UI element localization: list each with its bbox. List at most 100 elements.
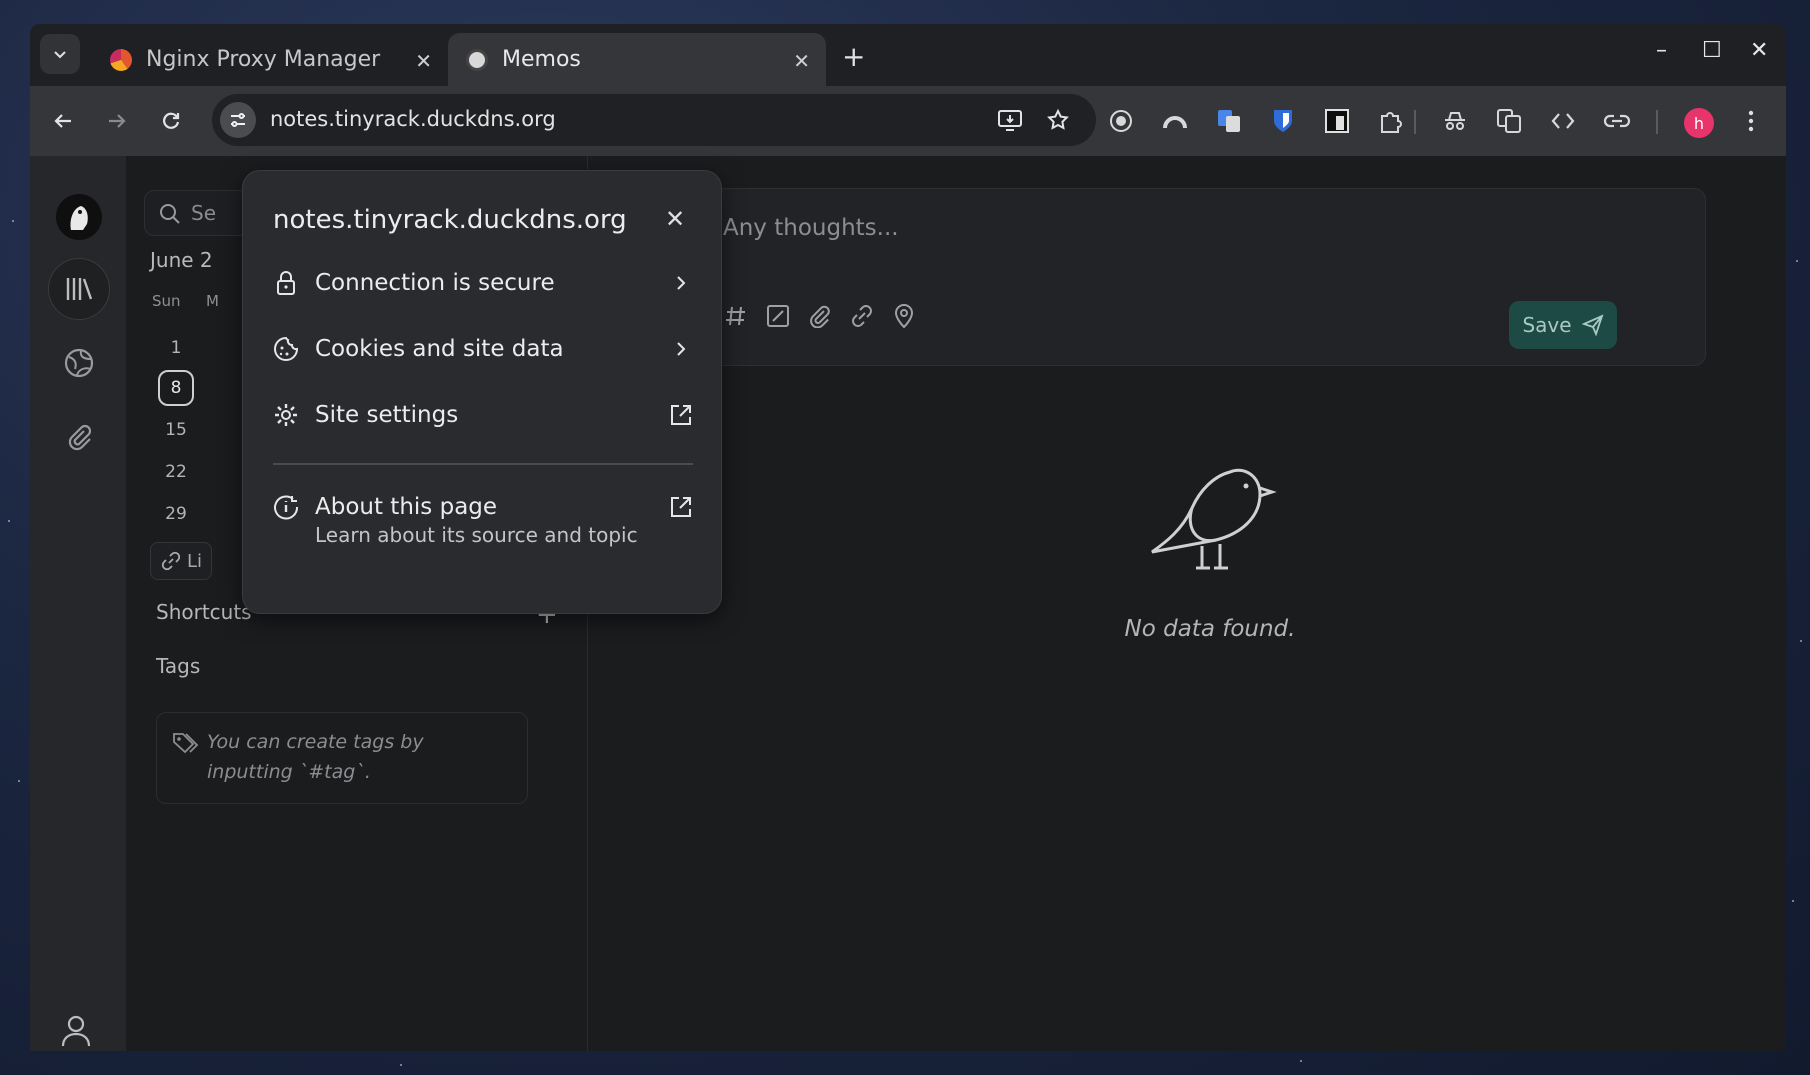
tags-hint-text: You can create tags by inputting `#tag`.: [207, 731, 424, 783]
globe-icon: [64, 348, 94, 378]
memos-favicon: [466, 48, 488, 71]
site-info-button[interactable]: [220, 102, 256, 138]
tune-icon: [231, 113, 245, 127]
chevron-down-icon: [54, 51, 66, 59]
bookmark-button[interactable]: [1044, 106, 1072, 134]
popup-domain: notes.tinyrack.duckdns.org: [273, 205, 627, 235]
cookies-site-data-row[interactable]: Cookies and site data: [273, 329, 693, 369]
incognito-icon: [1445, 112, 1465, 130]
tab-title: Nginx Proxy Manager: [146, 47, 381, 72]
extension-bitwarden[interactable]: [1266, 104, 1300, 138]
toolbar-separator: [1656, 110, 1658, 134]
extensions-button[interactable]: [1374, 104, 1408, 138]
star-icon: [1047, 108, 1069, 130]
bird-illustration-icon: [1151, 468, 1277, 570]
nav-rail: [30, 156, 126, 1051]
memo-editor[interactable]: Any thoughts... Save: [590, 188, 1706, 366]
nav-home[interactable]: [48, 258, 110, 320]
kebab-menu-icon: [1748, 110, 1754, 132]
tags-icon: [173, 733, 199, 754]
search-placeholder: Se: [191, 201, 216, 225]
tab-strip: Nginx Proxy Manager ✕ Memos ✕ + – ☐ ✕: [30, 24, 1786, 86]
puzzle-icon: [1381, 112, 1402, 133]
browser-window: Nginx Proxy Manager ✕ Memos ✕ + – ☐ ✕ no…: [30, 24, 1786, 1051]
shield-icon: [1274, 110, 1292, 132]
extension-reader[interactable]: [1320, 104, 1354, 138]
shortcuts-title: Shortcuts: [156, 600, 252, 624]
forward-button[interactable]: [102, 106, 132, 136]
profile-avatar[interactable]: h: [1684, 108, 1714, 138]
calendar-day-today[interactable]: 8: [158, 370, 194, 406]
translate-icon: [1497, 109, 1521, 133]
location-pin-icon[interactable]: [891, 303, 917, 329]
cookie-icon: [273, 336, 299, 362]
tab-memos[interactable]: Memos ✕: [448, 33, 826, 86]
save-button[interactable]: Save: [1509, 301, 1617, 349]
calendar-month: June 2: [150, 248, 213, 272]
target-icon: [1110, 110, 1132, 132]
save-label: Save: [1522, 313, 1572, 337]
library-icon: [66, 278, 93, 300]
copy-link-button[interactable]: [1600, 104, 1634, 138]
close-tab-icon[interactable]: ✕: [793, 49, 810, 73]
calendar-day[interactable]: 29: [158, 496, 194, 532]
connection-secure-row[interactable]: Connection is secure: [273, 263, 693, 303]
maximize-button[interactable]: ☐: [1702, 38, 1722, 63]
link-filter-chip[interactable]: Li: [150, 542, 212, 580]
nav-resources[interactable]: [48, 406, 110, 468]
checkbox-icon[interactable]: [765, 303, 791, 329]
devtools-button[interactable]: [1546, 104, 1580, 138]
popup-divider: [273, 463, 693, 465]
back-button[interactable]: [48, 106, 78, 136]
chevron-right-icon: [669, 271, 693, 295]
search-icon: [160, 204, 180, 224]
install-app-button[interactable]: [996, 106, 1024, 134]
extension-target[interactable]: [1104, 104, 1138, 138]
nginx-favicon: [110, 48, 132, 71]
user-account-button[interactable]: [60, 1014, 92, 1051]
editor-placeholder: Any thoughts...: [723, 215, 899, 241]
chevron-right-icon: [669, 337, 693, 361]
link-icon: [161, 551, 181, 571]
calendar-day[interactable]: 15: [158, 412, 194, 448]
tab-nginx-proxy-manager[interactable]: Nginx Proxy Manager ✕: [92, 33, 448, 86]
arrow-right-icon: [109, 114, 126, 128]
about-this-page-row[interactable]: About this page: [273, 487, 693, 527]
paperclip-icon[interactable]: [807, 303, 833, 329]
memos-logo[interactable]: [48, 186, 110, 248]
site-info-popup: notes.tinyrack.duckdns.org ✕ Connection …: [242, 170, 722, 614]
about-page-icon: [273, 494, 299, 520]
close-popup-button[interactable]: ✕: [665, 205, 685, 233]
calendar-day[interactable]: 22: [158, 454, 194, 490]
translate-button[interactable]: [1492, 104, 1526, 138]
google-translate-icon: [1218, 110, 1240, 132]
hashtag-icon[interactable]: [723, 303, 749, 329]
tags-empty-hint: You can create tags by inputting `#tag`.: [156, 712, 528, 804]
tab-search-button[interactable]: [40, 34, 80, 74]
browser-menu-button[interactable]: [1734, 104, 1768, 138]
arrow-left-icon: [54, 114, 71, 128]
window-close-button[interactable]: ✕: [1750, 38, 1768, 63]
user-icon: [61, 1015, 91, 1047]
calendar-day[interactable]: 1: [158, 330, 194, 366]
extension-translate[interactable]: [1212, 104, 1246, 138]
link-icon[interactable]: [849, 303, 875, 329]
extension-arc[interactable]: [1158, 104, 1192, 138]
weekday-mon: M: [206, 292, 219, 310]
send-icon: [1581, 314, 1604, 336]
new-tab-button[interactable]: +: [842, 40, 865, 73]
editor-toolbar: [723, 303, 917, 329]
install-app-icon: [998, 110, 1022, 131]
row-label: Cookies and site data: [315, 336, 564, 362]
tags-title: Tags: [156, 654, 201, 678]
site-settings-row[interactable]: Site settings: [273, 395, 693, 435]
address-bar[interactable]: notes.tinyrack.duckdns.org: [212, 94, 1096, 146]
minimize-button[interactable]: –: [1656, 38, 1667, 63]
nav-explore[interactable]: [48, 332, 110, 394]
weekday-sun: Sun: [152, 292, 181, 310]
reload-button[interactable]: [156, 106, 186, 136]
row-label: Connection is secure: [315, 270, 555, 296]
close-tab-icon[interactable]: ✕: [415, 49, 432, 73]
incognito-button[interactable]: [1438, 104, 1472, 138]
row-label: Site settings: [315, 402, 459, 428]
